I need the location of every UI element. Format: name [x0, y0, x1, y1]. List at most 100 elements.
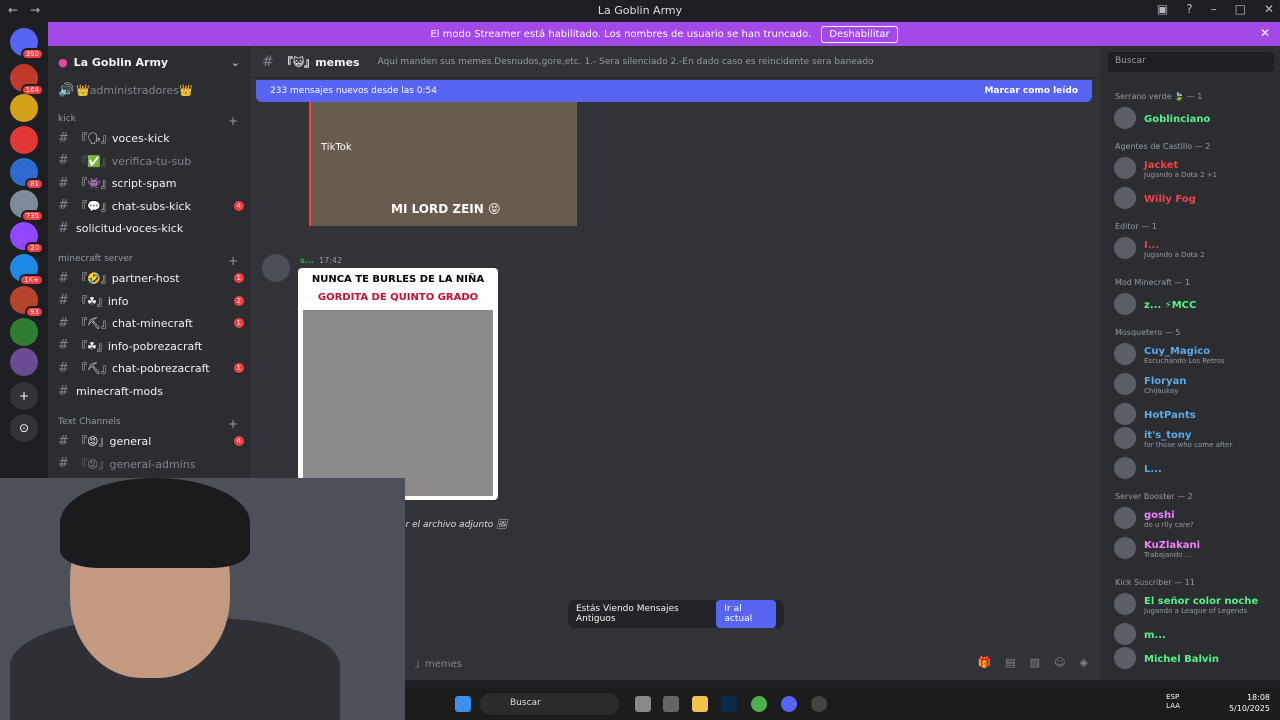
server-icon[interactable]: 81 — [10, 158, 44, 190]
meme-image[interactable]: NUNCA TE BURLES DE LA NIÑA GORDITA DE QU… — [298, 268, 498, 500]
input-language[interactable]: ESP LAA — [1166, 693, 1180, 711]
tiktok-video-embed[interactable]: TikTok MI LORD ZEIN 😝 — [309, 102, 577, 226]
add-channel-icon[interactable]: + — [228, 417, 238, 431]
add-server-icon[interactable]: + — [10, 382, 38, 410]
hash-icon: # — [58, 338, 69, 354]
server-icon[interactable] — [10, 318, 38, 346]
message-input[interactable]: 』memes 🎁 ▤ ▧ ☺ ◈ — [405, 650, 1100, 674]
mark-read-button[interactable]: Marcar como leído — [984, 86, 1078, 96]
category-minecraft[interactable]: minecraft server + — [58, 254, 238, 268]
help-icon[interactable]: ? — [1186, 2, 1192, 16]
disable-streamer-button[interactable]: Deshabilitar — [821, 25, 898, 43]
server-badge: 20 — [25, 242, 44, 254]
member-item[interactable]: HotPants — [1114, 402, 1274, 426]
close-banner-icon[interactable]: ✕ — [1260, 26, 1270, 40]
guild-header[interactable]: ● La Goblin Army ⌄ — [48, 46, 250, 78]
back-arrow-icon[interactable]: ← — [8, 3, 18, 17]
member-item[interactable]: Floryan Chijaukay — [1114, 372, 1274, 396]
server-icon[interactable] — [10, 94, 38, 122]
channel-item[interactable]: # minecraft-mods — [58, 381, 244, 401]
server-icon[interactable]: 93 — [10, 286, 44, 318]
channel-item[interactable]: # 『⛏』chat-minecraft 1 — [58, 313, 244, 333]
category-text[interactable]: Text Channels + — [58, 417, 238, 431]
server-icon[interactable] — [10, 348, 38, 376]
channel-item[interactable]: # 『⛏』chat-pobrezacraft 1 — [58, 358, 244, 378]
channel-administradores[interactable]: 🔊 👑administradores👑 — [58, 80, 244, 100]
add-channel-icon[interactable]: + — [228, 254, 238, 268]
taskbar-search[interactable]: Buscar — [480, 693, 620, 715]
hair — [60, 478, 250, 568]
hash-icon: # — [58, 175, 69, 191]
member-item[interactable]: L... — [1114, 456, 1274, 480]
channel-item[interactable]: # 『🗣』voces-kick — [58, 128, 244, 148]
file-explorer-icon[interactable] — [692, 696, 708, 712]
gif-icon[interactable]: ▤ — [1005, 656, 1015, 669]
channel-item[interactable]: # 『👾』script-spam — [58, 173, 244, 193]
attachment-link[interactable]: er el archivo adjunto 🖼 — [400, 520, 508, 530]
jump-present-button[interactable]: Ir al actual — [716, 600, 776, 628]
member-item[interactable]: m... — [1114, 622, 1274, 646]
discord-icon[interactable] — [781, 696, 797, 712]
search-input[interactable]: Buscar — [1108, 52, 1274, 72]
channel-item[interactable]: # 『💬』chat-subs-kick 4 — [58, 196, 244, 216]
member-item[interactable]: Willy Fog — [1114, 186, 1274, 210]
channel-item[interactable]: # 『✅』verifica-tu-sub — [58, 151, 244, 171]
server-icon[interactable]: 164 — [10, 64, 44, 96]
chrome-icon[interactable] — [751, 696, 767, 712]
new-messages-bar[interactable]: 233 mensajes nuevos desde las 0:54 Marcar… — [256, 80, 1092, 102]
inbox-icon[interactable]: ▣ — [1157, 2, 1168, 16]
member-item[interactable]: Goblinciano — [1114, 106, 1274, 130]
channel-label: 『⛏』chat-minecraft — [76, 317, 193, 331]
sticker-icon[interactable]: ▧ — [1030, 656, 1040, 669]
emoji-icon[interactable]: ☺ — [1054, 656, 1065, 669]
tiktok-label: TikTok — [321, 142, 352, 153]
gift-icon[interactable]: 🎁 — [978, 656, 992, 669]
member-group-title: Kick Suscriber — 11 — [1115, 578, 1195, 587]
server-icon[interactable]: 1K+ — [10, 254, 44, 286]
server-icon[interactable]: 735 — [10, 190, 44, 222]
channel-item[interactable]: # 『😡』general-admins — [58, 454, 244, 474]
member-item[interactable]: Michel Balvin — [1114, 646, 1274, 670]
member-item[interactable]: goshi do u rlly care? — [1114, 506, 1274, 530]
channel-item[interactable]: # 『☘』info-pobrezacraft — [58, 336, 244, 356]
streamer-mode-banner: El modo Streamer está habilitado. Los no… — [48, 22, 1280, 46]
member-name: Cuy_Magico — [1144, 346, 1211, 357]
clock[interactable]: 18:08 5/10/2025 — [1229, 692, 1270, 714]
member-item[interactable]: El señor color noche Jugando a League of … — [1114, 592, 1274, 616]
avatar[interactable] — [262, 254, 290, 282]
channel-item[interactable]: # solicitud-voces-kick — [58, 218, 244, 238]
member-item[interactable]: KuZlakani Trabajando ... — [1114, 536, 1274, 560]
channel-item[interactable]: # 『🤣』partner-host 1 — [58, 268, 244, 288]
photoshop-icon[interactable] — [721, 696, 737, 712]
server-icon[interactable] — [10, 126, 38, 154]
minimize-button[interactable]: – — [1211, 2, 1217, 16]
category-kick[interactable]: kick + — [58, 114, 238, 128]
member-group-title: Mosquetero — 5 — [1115, 328, 1181, 337]
channel-item[interactable]: # 『☘』info 2 — [58, 291, 244, 311]
member-item[interactable]: Jacket Jugando a Dota 2 +1 — [1114, 156, 1274, 180]
app2-icon[interactable] — [811, 696, 827, 712]
member-item[interactable]: Cuy_Magico Escuchando Los Retros — [1114, 342, 1274, 366]
message-meta: s... 17:42 — [300, 256, 343, 265]
maximize-button[interactable]: □ — [1235, 2, 1246, 16]
discover-icon[interactable]: ⊙ — [10, 414, 38, 442]
server-icon[interactable]: 390 — [10, 28, 44, 60]
meme-text-1: NUNCA TE BURLES DE LA NIÑA — [311, 274, 485, 285]
server-icon[interactable]: 20 — [10, 222, 44, 254]
forward-arrow-icon[interactable]: → — [30, 3, 40, 17]
channel-item[interactable]: # 『😡』general 4 — [58, 431, 244, 451]
apps-icon[interactable]: ◈ — [1080, 656, 1088, 669]
member-item[interactable]: I... Jugando a Dota 2 — [1114, 236, 1274, 260]
member-item[interactable]: z... ⚡MCC — [1114, 292, 1274, 316]
channel-topic[interactable]: Aqui manden sus memes.Desnudos,gore,etc.… — [378, 57, 874, 67]
close-window-button[interactable]: ✕ — [1264, 2, 1274, 16]
server-badge: 735 — [20, 210, 44, 222]
member-group-title: Serrano verde 🍃 — 1 — [1115, 92, 1203, 101]
add-channel-icon[interactable]: + — [228, 114, 238, 128]
app-icon[interactable] — [663, 696, 679, 712]
hash-icon: # — [58, 198, 69, 214]
start-icon[interactable] — [455, 696, 471, 712]
task-view-icon[interactable] — [635, 696, 651, 712]
member-item[interactable]: it's_tony for those who come after — [1114, 426, 1274, 450]
channel-sidebar: ● La Goblin Army ⌄ 🔊 👑administradores👑 kick… — [48, 46, 250, 480]
